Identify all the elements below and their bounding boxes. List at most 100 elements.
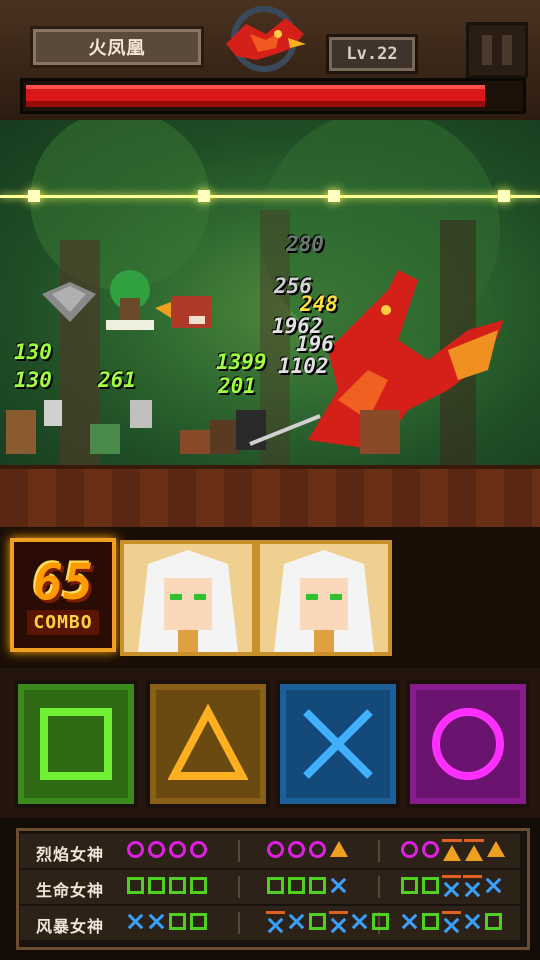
beam-spark — [28, 190, 40, 202]
sequence-step — [421, 911, 440, 940]
circle-icon — [190, 841, 207, 858]
sequence-step — [329, 839, 349, 864]
damage-number: 248 — [300, 292, 338, 316]
square-icon — [40, 708, 112, 780]
square-icon — [372, 913, 389, 930]
square-icon — [401, 877, 418, 894]
circle-icon — [148, 841, 165, 858]
sequence-step — [287, 911, 306, 940]
sequence-step — [266, 839, 285, 864]
sequence-step — [442, 911, 461, 940]
sequence-step — [189, 839, 208, 864]
ally-army-sprites — [6, 400, 400, 454]
cross-icon — [267, 917, 284, 934]
cross-icon — [127, 913, 144, 930]
triangle-icon — [443, 845, 461, 861]
sequence-step — [189, 911, 208, 936]
sequence-group — [266, 875, 348, 900]
damage-number: 1399 — [216, 350, 267, 374]
square-icon — [169, 877, 186, 894]
sequence-step — [421, 839, 440, 867]
sequence-step — [329, 875, 348, 900]
square-icon — [422, 877, 439, 894]
sequence-step — [400, 875, 419, 904]
circle-icon — [401, 841, 418, 858]
square-icon — [309, 913, 326, 930]
cross-icon — [464, 881, 481, 898]
triangle-icon — [487, 841, 505, 857]
sequence-group — [126, 839, 208, 864]
sequence-group — [266, 839, 349, 864]
damage-number: 196 — [296, 332, 334, 356]
tree-hero-sprite — [106, 270, 154, 330]
sequence-step — [287, 839, 306, 864]
boss-hp-fill — [26, 85, 485, 107]
square-button[interactable] — [14, 680, 138, 808]
goddess-skill-card[interactable] — [120, 540, 256, 656]
cross-button[interactable] — [276, 680, 400, 808]
sequence-divider — [238, 840, 240, 862]
sequence-group — [126, 911, 208, 936]
sequence-step — [308, 911, 327, 940]
sequence-step — [147, 911, 166, 936]
damage-number: 280 — [286, 232, 324, 256]
sequence-group — [400, 875, 503, 904]
sequence-divider — [378, 876, 380, 898]
sequence-step — [463, 911, 482, 940]
cross-icon — [443, 881, 460, 898]
sequence-step — [486, 839, 506, 867]
cross-icon — [288, 913, 305, 930]
square-icon — [267, 877, 284, 894]
sequence-step — [126, 839, 145, 864]
phoenix-boss-portrait-icon — [226, 6, 306, 72]
sequence-step — [463, 875, 482, 904]
sequence-step — [266, 911, 285, 940]
square-icon — [485, 913, 502, 930]
square-icon — [190, 913, 207, 930]
goddess-name: 生命女神 — [36, 881, 105, 900]
sequence-step — [371, 911, 390, 940]
cross-icon — [401, 913, 418, 930]
gray-bird-hero-sprite — [42, 282, 96, 322]
sequence-step — [147, 839, 166, 864]
pause-icon-bar-right — [502, 35, 512, 65]
cross-icon — [485, 877, 502, 894]
sequence-group — [266, 911, 390, 940]
cross-icon — [330, 917, 347, 934]
goddess-skill-card[interactable] — [256, 540, 392, 656]
cross-icon — [351, 913, 368, 930]
sequence-step — [350, 911, 369, 940]
boss-attack-beam — [0, 195, 540, 198]
sequence-step — [442, 839, 462, 867]
battle-ground — [0, 465, 540, 531]
sequence-step — [189, 875, 208, 900]
goddess-portrait-icon — [124, 544, 252, 652]
circle-icon — [422, 841, 439, 858]
damage-number: 130 — [14, 368, 52, 392]
square-icon — [127, 877, 144, 894]
cross-icon — [464, 913, 481, 930]
damage-number: 201 — [218, 374, 256, 398]
beam-spark — [328, 190, 340, 202]
boss-level-badge: Lv.22 — [326, 34, 418, 74]
sequence-step — [147, 875, 166, 900]
pause-button[interactable] — [466, 22, 528, 78]
goddess-name: 风暴女神 — [36, 917, 105, 936]
triangle-button[interactable] — [146, 680, 270, 808]
sequence-step — [484, 875, 503, 904]
sequence-step — [168, 875, 187, 900]
sequence-divider — [238, 876, 240, 898]
triangle-icon — [330, 841, 348, 857]
sequence-step — [287, 875, 306, 900]
damage-number: 261 — [98, 368, 136, 392]
sequence-step — [308, 875, 327, 900]
circle-icon — [309, 841, 326, 858]
circle-icon — [267, 841, 284, 858]
circle-button[interactable] — [406, 680, 530, 808]
square-icon — [190, 877, 207, 894]
sequence-step — [442, 875, 461, 904]
square-icon — [422, 913, 439, 930]
sequence-step — [126, 875, 145, 900]
sequence-step — [421, 875, 440, 904]
sequence-step — [266, 875, 285, 900]
